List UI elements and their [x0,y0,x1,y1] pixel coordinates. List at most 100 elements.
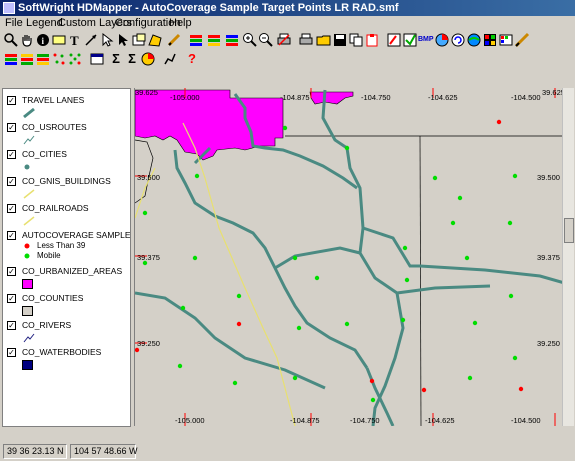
mobile-point [402,245,408,251]
layers-edit-icon[interactable] [206,32,222,48]
edit-icon[interactable] [402,32,418,48]
mobile-point [180,305,186,311]
zoom-window-icon[interactable] [3,32,19,48]
print-icon[interactable] [276,32,292,48]
copy-icon[interactable] [348,32,364,48]
layer-checkbox[interactable]: ✓ [7,267,16,276]
layer-name: CO_GNIS_BUILDINGS [22,176,111,186]
grid-points-icon[interactable] [67,51,83,67]
window-icon[interactable] [89,51,105,67]
mobile-point [236,293,242,299]
route-icon[interactable] [162,51,178,67]
mobile-point [296,325,302,331]
lat-label-right: 39.500 [537,173,560,182]
toolbar-row-2: Σ Σ ? [0,50,575,68]
usroutes-symbol [23,135,35,145]
mobile-label: Mobile [37,251,61,260]
mobile-point [432,175,438,181]
printer-icon[interactable] [298,32,314,48]
polygon-icon[interactable] [147,32,163,48]
line-icon[interactable] [83,32,99,48]
app-icon [3,2,15,14]
lat-label-left: 39.500 [137,173,160,182]
lon-label-bottom: -104.625 [425,416,455,425]
mobile-point [512,173,518,179]
lat-label-left: 39.250 [137,339,160,348]
map-vertical-scrollbar[interactable] [562,88,574,426]
label-icon[interactable] [51,32,67,48]
draw-icon[interactable] [386,32,402,48]
refresh-icon[interactable] [450,32,466,48]
layer-checkbox[interactable]: ✓ [7,123,16,132]
bmp-export-icon[interactable]: BMP [418,32,434,48]
county-boundary [135,139,154,204]
legend-panel: ✓ TRAVEL LANES ✓ CO_USROUTES ✓ CO_CITIES… [2,88,131,427]
layer-checkbox[interactable]: ✓ [7,294,16,303]
status-latitude: 39 36 23.13 N [3,444,67,459]
select-icon[interactable] [115,32,131,48]
info-icon[interactable]: i [35,32,51,48]
layers-add-icon[interactable] [224,32,240,48]
scatter-points-icon[interactable] [51,51,67,67]
layer-stack-icon[interactable] [3,51,19,67]
paste-icon[interactable] [364,32,380,48]
gnis-buildings-symbol [23,189,35,199]
pan-hand-icon[interactable] [19,32,35,48]
layers-icon[interactable] [188,32,204,48]
layer-checkbox[interactable]: ✓ [7,204,16,213]
layer-name: CO_WATERBODIES [22,347,102,357]
zoom-out-icon[interactable] [258,32,274,48]
mobile-point [508,293,514,299]
pointer-icon[interactable] [99,32,115,48]
layer-checkbox[interactable]: ✓ [7,96,16,105]
scrollbar-thumb[interactable] [564,218,574,243]
layer-stack-3-icon[interactable] [35,51,51,67]
palette-icon[interactable] [498,32,514,48]
mobile-point [512,355,518,361]
grid-icon[interactable] [482,32,498,48]
save-icon[interactable] [332,32,348,48]
statistics-icon[interactable] [140,51,156,67]
mobile-point [472,320,478,326]
less-than-39-point [518,386,524,392]
map-canvas[interactable]: 39.625 -105.000 -104.875 -104.750 -104.6… [134,88,574,426]
sigma-sum-icon[interactable]: Σ [124,51,140,67]
zoom-in-icon[interactable] [242,32,258,48]
mobile-point [450,220,456,226]
mobile-point [282,125,288,131]
mobile-point [177,363,183,369]
layer-name: CO_CITIES [22,149,67,159]
measure-icon[interactable] [514,32,530,48]
menu-file[interactable]: File [5,16,23,30]
lat-label-top-left: 39.625 [135,88,158,97]
toolbar-row-1: i T BMP [0,31,575,49]
rectangle-icon[interactable] [131,32,147,48]
lon-label-bottom: -104.500 [511,416,541,425]
help-icon[interactable]: ? [184,51,200,67]
layer-checkbox[interactable]: ✓ [7,150,16,159]
layer-checkbox[interactable]: ✓ [7,177,16,186]
text-icon[interactable]: T [67,32,83,48]
layer-checkbox[interactable]: ✓ [7,348,16,357]
urbanized-areas-symbol [22,279,33,289]
status-longitude: 104 57 48.66 W [70,444,138,459]
open-folder-icon[interactable] [316,32,332,48]
layer-checkbox[interactable]: ✓ [7,231,16,240]
county-boundary [419,135,422,426]
lat-label-left: 39.375 [137,253,160,262]
layer-checkbox[interactable]: ✓ [7,321,16,330]
mobile-point [292,375,298,381]
svg-text:T: T [70,33,79,48]
mobile-point [404,277,410,283]
pencil-icon[interactable] [166,32,182,48]
less-than-39-point [496,119,502,125]
layer-stack-2-icon[interactable] [19,51,35,67]
menu-help[interactable]: Help [169,16,192,30]
mobile-point [400,317,406,323]
urbanized-area [309,91,354,105]
globe-icon[interactable] [466,32,482,48]
sigma-icon[interactable]: Σ [108,51,124,67]
rivers-symbol [23,333,35,343]
color-icon[interactable] [434,32,450,48]
mobile-point [507,220,513,226]
